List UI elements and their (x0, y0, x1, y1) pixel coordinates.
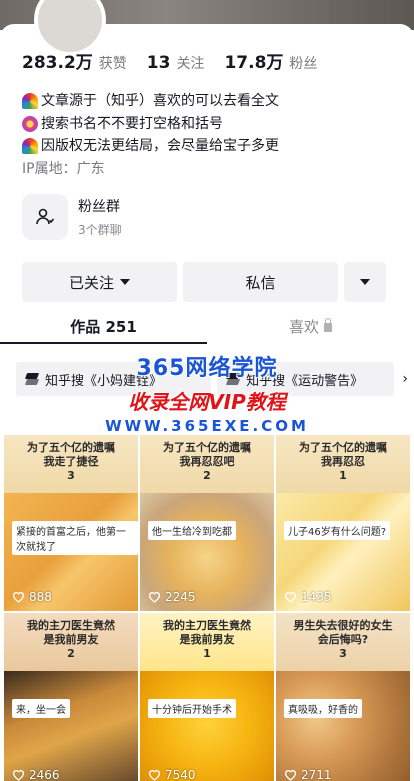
video-thumbnail[interactable]: 我的主刀医生竟然 是我前男友 1 十分钟后开始手术 7540 (140, 613, 274, 781)
video-likes: 888 (12, 590, 52, 604)
bio: 文章源于（知乎）喜欢的可以去看全文 搜索书名不不要打空格和括号 因版权无法更结局… (22, 90, 279, 180)
heart-icon (12, 770, 25, 781)
heart-icon (284, 592, 297, 603)
tab-works-label: 作品 251 (70, 317, 137, 336)
heart-icon (148, 770, 161, 781)
heart-icon (284, 770, 297, 781)
stat-followers[interactable]: 17.8万 粉丝 (224, 48, 317, 73)
caret-down-icon (120, 279, 130, 285)
rainbow-icon (22, 93, 38, 110)
rainbow-icon (22, 138, 38, 155)
video-likes: 2711 (284, 768, 332, 781)
action-buttons: 已关注 私信 (22, 262, 386, 302)
search-chip-strip: 知乎搜《小妈建铨》 知乎搜《运动警告》 › (16, 362, 408, 396)
video-likes: 2245 (148, 590, 196, 604)
stat-value: 13 (146, 53, 171, 73)
video-likes: 1435 (284, 590, 332, 604)
video-subtitle: 真吸吸，好香的 (284, 699, 362, 718)
video-subtitle: 十分钟后开始手术 (148, 699, 236, 718)
bio-text: 因版权无法更结局，会尽量给宝子多更 (41, 138, 279, 154)
search-chip-text: 知乎搜《运动警告》 (246, 373, 364, 389)
tab-works[interactable]: 作品 251 (0, 306, 207, 346)
stat-likes[interactable]: 283.2万 获赞 (22, 48, 127, 73)
bio-text: 搜索书名不不要打空格和括号 (41, 115, 223, 132)
lock-icon (324, 317, 332, 332)
stat-label: 关注 (176, 56, 205, 72)
message-label: 私信 (245, 273, 276, 292)
video-grid: 为了五个亿的遗嘱 我走了捷径 3 紧接的首富之后，他第一次就找了 888 为了五个亿… (4, 435, 410, 781)
content-tabs: 作品 251 喜欢 (0, 306, 414, 346)
bio-line: 搜索书名不不要打空格和括号 (22, 113, 279, 136)
layers-icon (26, 373, 39, 385)
video-caption: 男生失去很好的女生 会后悔吗? 3 (293, 619, 393, 660)
video-caption: 我的主刀医生竟然 是我前男友 1 (163, 619, 251, 660)
video-subtitle: 来，坐一会 (12, 699, 70, 718)
video-caption: 我的主刀医生竟然 是我前男友 2 (27, 619, 115, 660)
video-thumbnail[interactable]: 为了五个亿的遗嘱 我再忍忍吧 2 他一生给冷到吃都 2245 (140, 435, 274, 611)
video-subtitle: 儿子46岁有什么问题? (284, 521, 391, 540)
message-button[interactable]: 私信 (183, 262, 338, 302)
search-chip[interactable]: 知乎搜《运动警告》 (217, 362, 395, 396)
bio-text: 文章源于（知乎）喜欢的可以去看全文 (41, 93, 279, 109)
followed-button[interactable]: 已关注 (22, 262, 177, 302)
flower-icon (22, 115, 38, 132)
stat-label: 获赞 (98, 56, 127, 72)
video-thumbnail[interactable]: 为了五个亿的遗嘱 我走了捷径 3 紧接的首富之后，他第一次就找了 888 (4, 435, 138, 611)
layers-icon (227, 373, 240, 385)
more-dropdown-button[interactable] (344, 262, 386, 302)
tab-likes-label: 喜欢 (288, 317, 319, 336)
video-caption: 为了五个亿的遗嘱 我走了捷径 3 (27, 441, 115, 482)
video-likes: 7540 (148, 768, 196, 781)
bio-line: 因版权无法更结局，会尽量给宝子多更 (22, 135, 279, 158)
active-tab-indicator (0, 342, 207, 344)
video-subtitle: 他一生给冷到吃都 (148, 521, 236, 540)
chevron-right-icon[interactable]: › (402, 362, 408, 396)
stats-row: 283.2万 获赞 13 关注 17.8万 粉丝 (22, 48, 337, 73)
video-caption: 为了五个亿的遗嘱 我再忍忍 1 (299, 441, 387, 482)
caret-down-icon (360, 279, 370, 285)
stat-following[interactable]: 13 关注 (147, 53, 205, 73)
stat-value: 283.2万 (22, 53, 93, 73)
tab-likes[interactable]: 喜欢 (207, 306, 414, 346)
fans-group-count: 3个群聊 (78, 223, 122, 237)
video-thumbnail[interactable]: 为了五个亿的遗嘱 我再忍忍 1 儿子46岁有什么问题? 1435 (276, 435, 410, 611)
stat-label: 粉丝 (289, 56, 318, 72)
video-thumbnail[interactable]: 我的主刀医生竟然 是我前男友 2 来，坐一会 2466 (4, 613, 138, 781)
fans-group-entry[interactable]: 粉丝群 3个群聊 (22, 194, 122, 240)
video-caption: 为了五个亿的遗嘱 我再忍忍吧 2 (163, 441, 251, 482)
group-icon (22, 194, 68, 240)
heart-icon (12, 592, 25, 603)
video-likes: 2466 (12, 768, 60, 781)
bio-line: 文章源于（知乎）喜欢的可以去看全文 (22, 90, 279, 113)
search-chip-text: 知乎搜《小妈建铨》 (45, 373, 163, 389)
fans-group-title: 粉丝群 (78, 199, 120, 215)
stat-value: 17.8万 (224, 53, 284, 73)
heart-icon (148, 592, 161, 603)
followed-label: 已关注 (68, 273, 114, 292)
ip-location: IP属地：广东 (22, 160, 105, 177)
video-subtitle: 紧接的首富之后，他第一次就找了 (12, 521, 138, 555)
video-thumbnail[interactable]: 男生失去很好的女生 会后悔吗? 3 真吸吸，好香的 2711 (276, 613, 410, 781)
search-chip[interactable]: 知乎搜《小妈建铨》 (16, 362, 212, 396)
